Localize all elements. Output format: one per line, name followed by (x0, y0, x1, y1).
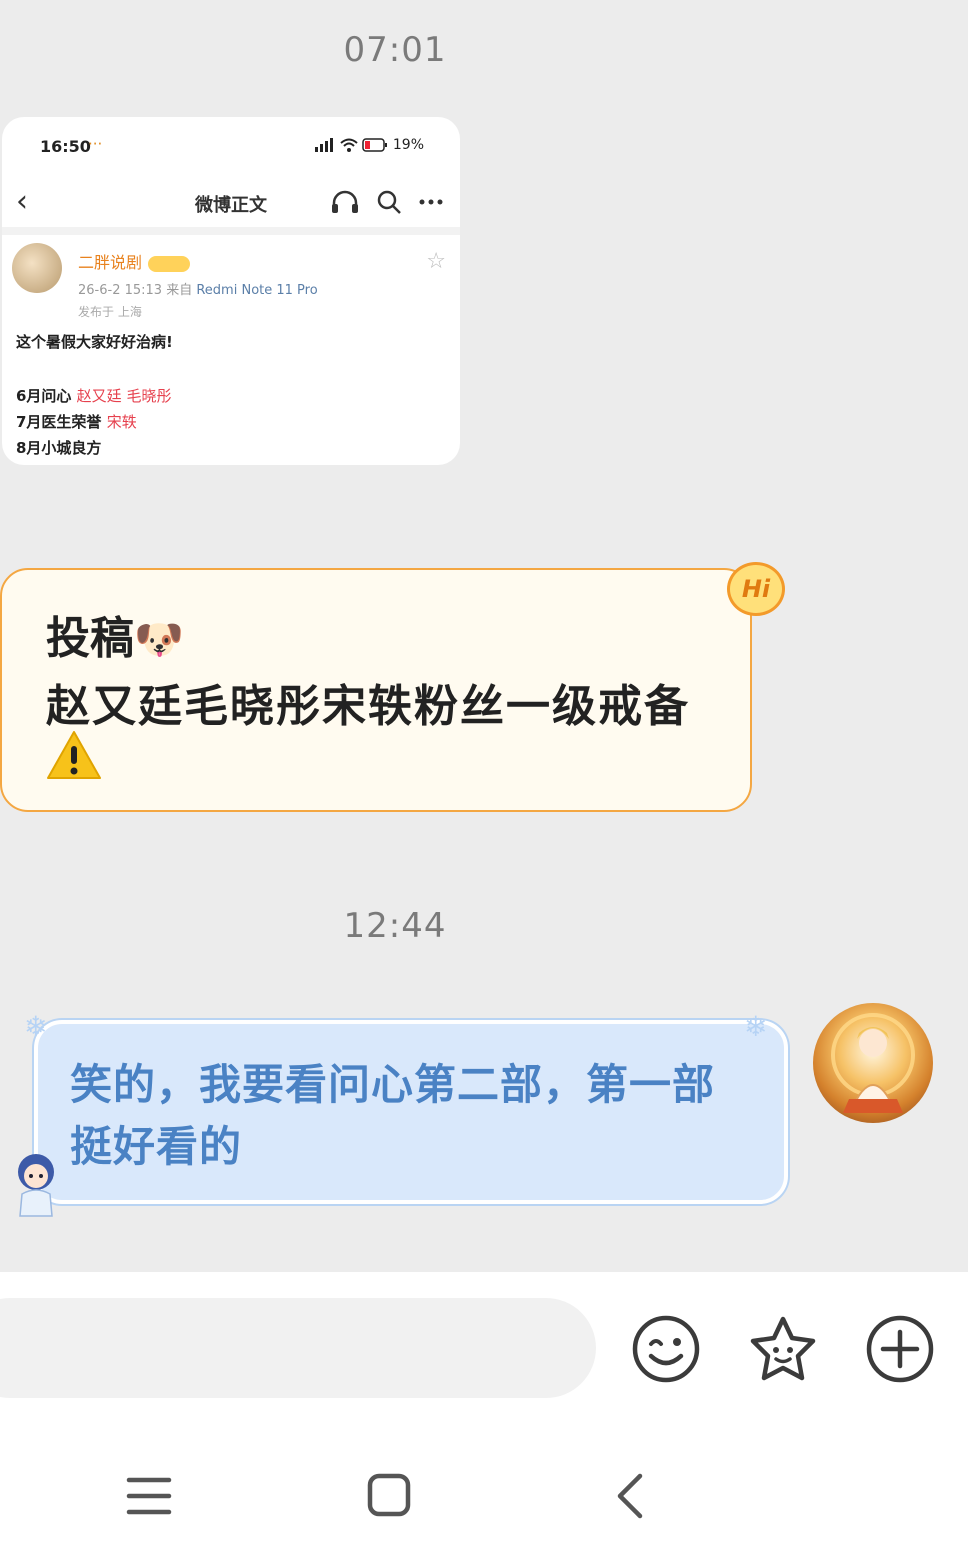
shared-screenshot-image[interactable]: 16:50 ··· 19% ‹ 微博正文 二胖说剧 26-6-2 15:13 来… (2, 117, 460, 465)
input-bar (0, 1272, 968, 1422)
warning-emoji-icon (46, 730, 102, 792)
wifi-icon (340, 138, 358, 152)
emoji-icon[interactable] (631, 1314, 701, 1384)
status-bar: 16:50 ··· 19% (2, 117, 460, 177)
headphones-icon (332, 190, 358, 213)
more-icon (419, 199, 443, 205)
user-avatar[interactable] (813, 1003, 933, 1123)
search-icon (377, 190, 401, 214)
post-line-label: 7月医生荣誉 (16, 413, 102, 431)
post-text: 这个暑假大家好好治病! (16, 333, 173, 351)
status-battery: 19% (314, 137, 424, 153)
post-author-name: 二胖说剧 (78, 253, 143, 272)
message-bubble-blue[interactable]: 笑的，我要看问心第二部，第一部挺好看的 (34, 1020, 788, 1204)
chibi-decoration-icon (18, 1154, 54, 1217)
post-line-label: 6月问心 (16, 387, 72, 405)
home-icon[interactable] (366, 1472, 412, 1518)
post-location: 发布于 上海 (78, 305, 142, 319)
system-nav-bar (0, 1422, 968, 1557)
sticker-icon[interactable] (748, 1314, 818, 1384)
post-line-names: 赵又廷 毛晓彤 (76, 387, 172, 405)
post-line-label: 8月小城良方 (16, 439, 102, 457)
weibo-navbar: ‹ 微博正文 (2, 179, 460, 229)
star-icon: ☆ (426, 249, 446, 274)
message-line-1: 投稿🐶 (46, 602, 184, 666)
add-icon[interactable] (865, 1314, 935, 1384)
message-line-1-text: 投稿 (46, 613, 134, 664)
post-line: 7月医生荣誉 宋轶 (16, 411, 137, 432)
post-date: 26-6-2 15:13 (78, 283, 163, 298)
post-avatar (12, 243, 62, 293)
battery-icon (362, 138, 388, 152)
message-text: 笑的，我要看问心第二部，第一部挺好看的 (70, 1060, 716, 1171)
status-dots: ··· (88, 135, 103, 153)
post-line: 8月小城良方 (16, 437, 101, 458)
vip-badge-icon (148, 255, 191, 272)
post-source-prefix: 来自 (166, 283, 193, 298)
divider (2, 227, 460, 235)
signal-icon (314, 138, 333, 152)
nav-icons (330, 189, 444, 215)
post-line: 6月问心 赵又廷 毛晓彤 (16, 385, 171, 406)
menu-icon[interactable] (126, 1474, 172, 1518)
message-input[interactable] (0, 1298, 596, 1398)
snowflake-icon: ❄ (744, 1010, 768, 1043)
message-line-2: 赵又廷毛晓彤宋轶粉丝一级戒备 (46, 681, 690, 732)
dog-emoji-icon: 🐶 (134, 617, 184, 663)
post-meta: 26-6-2 15:13 来自 Redmi Note 11 Pro (78, 279, 318, 298)
snowflake-icon: ❄ (24, 1010, 48, 1043)
timestamp: 12:44 (343, 906, 447, 946)
post-device: Redmi Note 11 Pro (196, 283, 318, 298)
timestamp: 07:01 (343, 30, 447, 70)
message-bubble-orange[interactable]: 投稿🐶 赵又廷毛晓彤宋轶粉丝一级戒备 (0, 568, 752, 812)
avatar-art-icon (831, 1013, 915, 1113)
post-line-names: 宋轶 (106, 413, 137, 431)
post-author: 二胖说剧 (78, 249, 191, 273)
back-icon[interactable] (612, 1472, 648, 1520)
status-time: 16:50 (40, 137, 91, 156)
battery-percent: 19% (392, 137, 424, 153)
hi-badge-icon: Hi (727, 562, 785, 616)
